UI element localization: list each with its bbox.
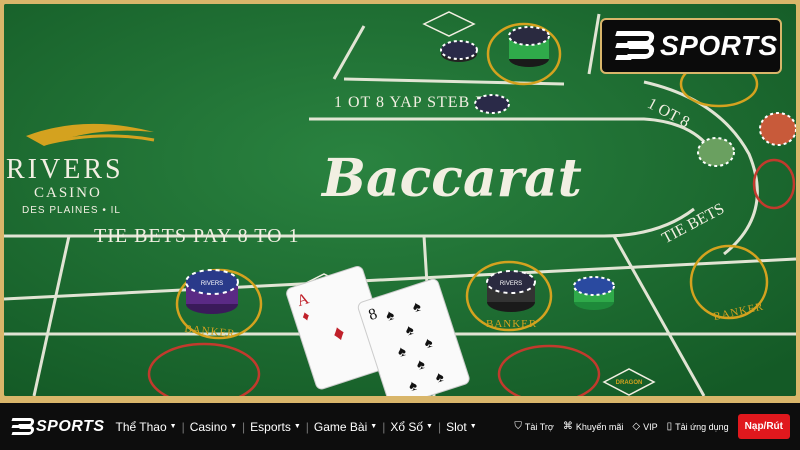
caret-down-icon: ▼ xyxy=(169,423,177,430)
util-label: VIP xyxy=(643,421,658,432)
util-label: Khuyến mãi xyxy=(575,421,624,432)
shield-icon: ⛉ xyxy=(514,421,522,432)
bottom-navbar: SPORTS Thể Thao ▼ | Casino ▼ | Esports ▼ | … xyxy=(0,400,800,450)
brand-logo-text: SPORTS xyxy=(660,30,778,61)
banker-label: BANKER xyxy=(486,318,537,330)
game-title: Baccarat xyxy=(320,148,582,209)
util-vip[interactable]: ◇ VIP xyxy=(632,421,657,432)
tie-bets-left: TIE BETS PAY 8 TO 1 xyxy=(94,225,300,247)
nav-item-label: Xổ Số xyxy=(390,419,424,434)
chip-stack xyxy=(759,112,796,146)
tag-icon: ⌘ xyxy=(562,421,573,432)
nav-menu: Thể Thao ▼ | Casino ▼ | Esports ▼ | Game Bà… xyxy=(111,420,482,434)
caret-down-icon: ▼ xyxy=(230,423,238,430)
caret-down-icon: ▼ xyxy=(426,423,433,430)
casino-location: DES PLAINES • IL xyxy=(22,205,121,216)
diamond-icon: ◇ xyxy=(632,421,641,432)
chip-label: RIVERS xyxy=(500,281,522,287)
chip-stack xyxy=(474,94,510,114)
chip-stack: RIVERS xyxy=(185,269,239,314)
nav-item-label: Game Bài xyxy=(313,419,368,434)
util-tai-ung-dung[interactable]: ▯ Tải ứng dụng xyxy=(667,421,729,432)
brand-logo-badge: SPORTS xyxy=(600,18,782,74)
casino-sub: CASINO xyxy=(34,185,102,201)
chip-stack xyxy=(508,26,550,67)
nav-item-esports[interactable]: Esports ▼ xyxy=(245,420,306,434)
nav-item-the-thao[interactable]: Thể Thao ▼ xyxy=(111,420,182,434)
nav-utilities: ⛉ Tài Trợ ⌘ Khuyến mãi ◇ VIP ▯ Tải ứng dụng … xyxy=(514,414,790,439)
chip-stack xyxy=(697,137,735,167)
nav-logo-text: SPORTS xyxy=(36,417,105,435)
nav-item-slot[interactable]: Slot ▼ xyxy=(441,420,482,434)
nav-item-xo-so[interactable]: Xổ Số ▼ xyxy=(385,420,438,434)
util-label: Tài Trợ xyxy=(524,421,554,432)
caret-down-icon: ▼ xyxy=(469,423,477,430)
banner-frame: DRAGON DRAGON RIVERS CASINO DES PLAINES … xyxy=(0,0,800,400)
casino-name: RIVERS xyxy=(6,154,124,185)
nav-item-label: Esports xyxy=(250,419,291,434)
caret-down-icon: ▼ xyxy=(370,423,378,430)
nav-item-game-bai[interactable]: Game Bài ▼ xyxy=(309,420,382,434)
nav-item-label: Casino xyxy=(189,419,228,434)
nav-item-label: Slot xyxy=(446,419,467,434)
dragon-label: DRAGON xyxy=(616,380,643,386)
baccarat-table-scene: DRAGON DRAGON RIVERS CASINO DES PLAINES … xyxy=(4,4,796,396)
b-logo-icon xyxy=(11,417,35,437)
b-logo-icon xyxy=(615,29,656,63)
chip-stack xyxy=(573,276,615,310)
nav-brand-logo[interactable]: SPORTS xyxy=(11,417,105,437)
util-khuyen-mai[interactable]: ⌘ Khuyến mãi xyxy=(563,421,624,432)
caret-down-icon: ▼ xyxy=(293,423,301,430)
util-tai-tro[interactable]: ⛉ Tài Trợ xyxy=(514,421,553,432)
nav-item-casino[interactable]: Casino ▼ xyxy=(185,420,242,434)
deposit-withdraw-button[interactable]: Nạp/Rút xyxy=(737,414,790,439)
chip-stack: RIVERS xyxy=(486,270,536,312)
chip-label: RIVERS xyxy=(201,281,223,287)
phone-icon: ▯ xyxy=(666,421,673,432)
nav-item-label: Thể Thao xyxy=(115,419,167,434)
chip-stack xyxy=(440,40,478,62)
util-label: Tải ứng dụng xyxy=(675,421,729,432)
